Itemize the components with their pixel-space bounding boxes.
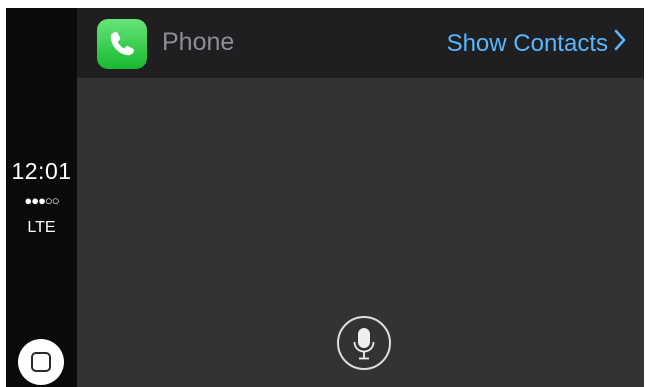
- home-button[interactable]: [18, 339, 64, 385]
- chevron-right-icon: [614, 29, 626, 58]
- main-content-area: [77, 78, 644, 387]
- show-contacts-label: Show Contacts: [446, 29, 608, 57]
- microphone-icon: [353, 328, 375, 360]
- status-sidebar: 12:01 ●●●○○ LTE: [6, 8, 77, 387]
- signal-strength-indicator: ●●●○○: [24, 193, 59, 208]
- app-title: Phone: [162, 28, 235, 56]
- phone-icon: [110, 31, 135, 56]
- app-header: Phone Show Contacts: [77, 8, 644, 78]
- carplay-screen: 12:01 ●●●○○ LTE Phone Show Contacts: [6, 8, 644, 387]
- home-button-icon: [31, 352, 51, 372]
- show-contacts-link[interactable]: Show Contacts: [447, 29, 626, 58]
- phone-app-icon: [97, 19, 147, 69]
- network-type-label: LTE: [27, 219, 56, 236]
- siri-voice-button[interactable]: [337, 316, 391, 370]
- status-time: 12:01: [11, 158, 72, 184]
